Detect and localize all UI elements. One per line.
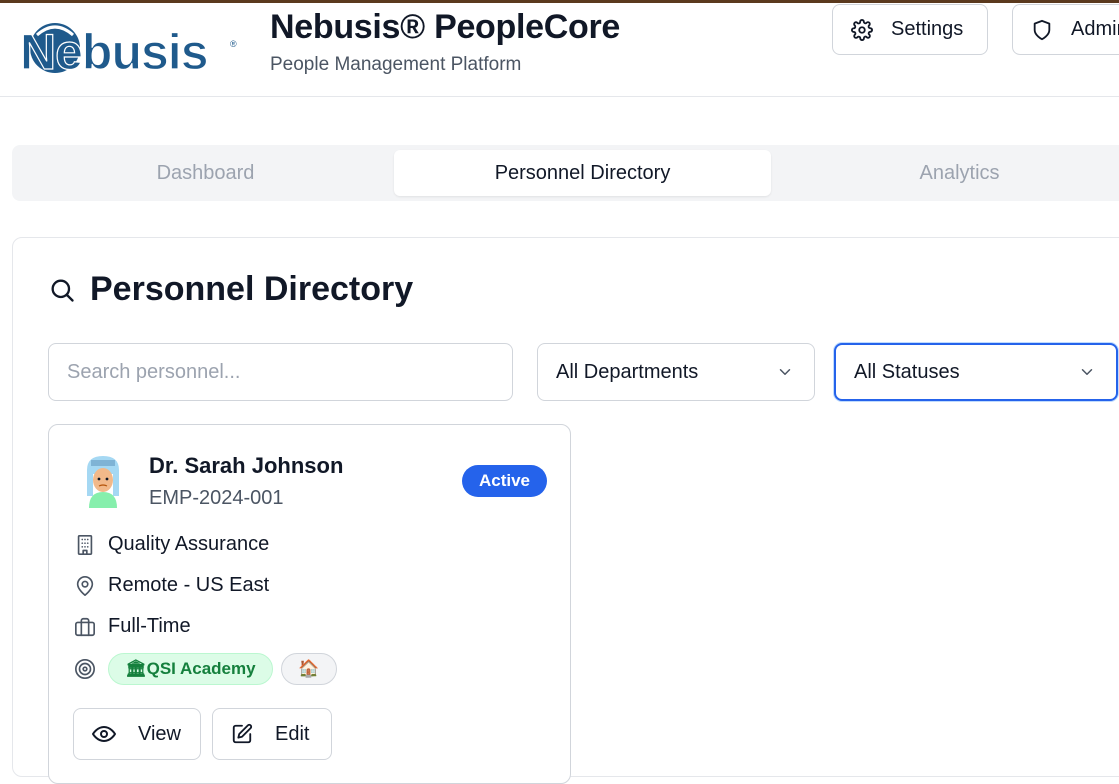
status-badge: Active [462,465,547,497]
settings-gear-icon [851,18,873,41]
admin-button-label: Admin [1071,18,1119,40]
chevron-down-icon [1081,369,1093,375]
admin-button[interactable]: Admin [1012,4,1119,55]
logo-wordmark: Nebusis [20,24,208,75]
employee-type-row: Full-Time [74,615,191,638]
employee-type: Full-Time [108,615,191,637]
search-icon [51,279,74,302]
view-button[interactable]: View [73,708,201,760]
home-icon: 🏠 [297,659,320,678]
employee-location: Remote - US East [108,574,270,596]
department-select-value: All Departments [556,360,699,383]
employee-department: Quality Assurance [108,533,270,555]
target-icon [75,659,95,679]
employee-department-row: Quality Assurance [74,533,269,556]
employee-tags-row: 🏛 QSI Academy 🏠 [74,653,337,685]
edit-button-label: Edit [275,722,310,745]
employee-name: Dr. Sarah Johnson [149,453,344,478]
building-icon [77,534,93,555]
department-select[interactable]: All Departments [537,343,815,401]
tag-home: 🏠 [280,653,337,685]
tag-qsi-academy: 🏛 QSI Academy [108,653,273,685]
view-button-label: View [138,722,181,745]
eye-icon [92,726,116,742]
academy-icon: 🏛 [125,659,147,678]
app-subtitle: People Management Platform [270,54,522,75]
nebusis-logo: Nebusis ® [19,23,237,75]
tag-qsi-academy-label: QSI Academy [146,659,256,678]
chevron-down-icon [779,369,791,375]
app-title: Nebusis® PeopleCore [270,8,621,46]
tab-analytics[interactable]: Analytics [771,150,1119,196]
shield-icon [1033,19,1051,40]
settings-button[interactable]: Settings [832,4,988,55]
tab-dashboard[interactable]: Dashboard [17,150,394,196]
edit-icon [232,723,253,744]
status-select-value: All Statuses [854,360,960,383]
main-tabs: Dashboard Personnel Directory Analytics [12,145,1119,201]
avatar [87,456,119,508]
employee-location-row: Remote - US East [74,574,269,597]
directory-heading: Personnel Directory [48,270,413,309]
svg-text:®: ® [230,39,237,49]
employee-id: EMP-2024-001 [149,487,284,509]
map-pin-icon [76,575,94,596]
app-header: Nebusis ® Nebusis® PeopleCore People Man… [0,3,1119,97]
tab-personnel-directory[interactable]: Personnel Directory [394,150,771,196]
directory-title: Personnel Directory [90,270,414,308]
edit-button[interactable]: Edit [212,708,332,760]
briefcase-icon [75,617,95,636]
status-select[interactable]: All Statuses [834,343,1118,401]
settings-button-label: Settings [891,18,964,40]
search-input[interactable] [48,343,513,401]
